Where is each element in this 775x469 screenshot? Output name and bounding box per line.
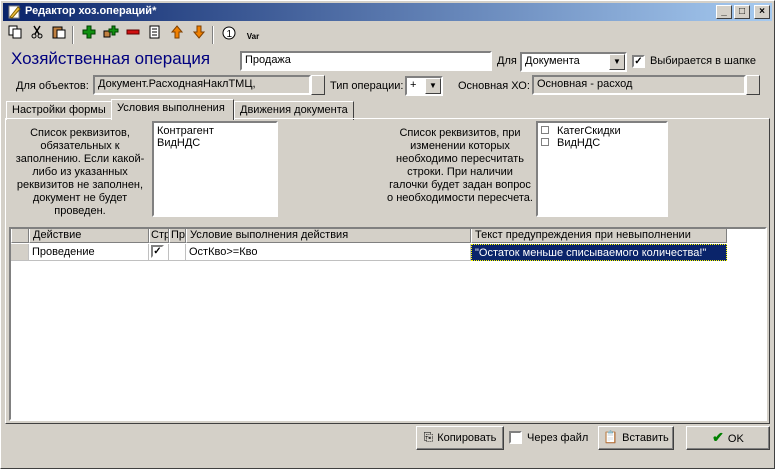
paste-icon: 📋 — [603, 430, 619, 444]
number-icon[interactable]: 1 — [219, 25, 239, 45]
list-item[interactable]: ВидНДС — [541, 137, 663, 149]
ok-button[interactable]: ✔ OK — [686, 426, 770, 450]
paste-icon[interactable] — [49, 25, 69, 45]
actions-table: Действие Стр Пр Условие выполнения дейст… — [9, 227, 767, 421]
column-header[interactable]: Текст предупреждения при невыполнении — [471, 229, 727, 243]
add-child-icon[interactable] — [101, 25, 121, 45]
move-up-icon[interactable] — [167, 25, 187, 45]
checkmark-icon: ✔ — [712, 429, 724, 445]
list-item[interactable]: ВидНДС — [157, 137, 273, 149]
cell-str[interactable]: ✓ — [149, 244, 169, 261]
page-title: Хозяйственная операция — [11, 49, 211, 68]
recalc-description: Список реквизитов, при изменении которых… — [387, 127, 533, 204]
var-icon[interactable]: Var — [241, 25, 265, 45]
op-type-value: + — [410, 79, 417, 91]
item-checkbox[interactable] — [541, 138, 549, 147]
column-header[interactable]: Стр — [149, 229, 169, 243]
delete-icon[interactable] — [123, 25, 143, 45]
tab-conditions[interactable]: Условия выполнения — [111, 99, 234, 120]
copy-button[interactable]: ⎘ Копировать — [416, 426, 504, 450]
column-header[interactable]: Пр — [169, 229, 186, 243]
edit-icon[interactable] — [145, 25, 165, 45]
copy-icon: ⎘ — [423, 430, 434, 444]
chevron-down-icon[interactable]: ▼ — [425, 78, 441, 94]
for-select-value: Документа — [525, 55, 580, 67]
list-item[interactable]: Контрагент — [157, 125, 273, 137]
paste-button[interactable]: 📋 Вставить — [598, 426, 674, 450]
str-checkbox[interactable]: ✓ — [151, 245, 164, 258]
objects-select-button[interactable] — [311, 75, 325, 95]
column-header[interactable]: Условие выполнения действия — [186, 229, 471, 243]
cell-condition[interactable]: ОстКво>=Кво — [186, 244, 471, 261]
main-xo-select-button[interactable] — [746, 75, 760, 95]
row-indicator-header — [11, 229, 29, 243]
cell-warning[interactable]: "Остаток меньше списываемого количества!… — [471, 244, 727, 261]
main-xo-field: Основная - расход — [532, 75, 746, 95]
objects-label: Для объектов: — [16, 80, 89, 92]
required-description: Список реквизитов, обязательных к заполн… — [15, 127, 145, 217]
via-file-checkbox[interactable] — [509, 431, 522, 444]
editor-window: Редактор хоз.операций* _ □ × 1 Var Хозяй… — [0, 0, 775, 469]
objects-field: Документ.РасходнаяНаклТМЦ, — [93, 75, 311, 95]
selected-in-cap-label: Выбирается в шапке — [650, 55, 756, 67]
chevron-down-icon[interactable]: ▼ — [609, 54, 625, 70]
recalc-fields-list[interactable]: КатегСкидки ВидНДС — [536, 121, 668, 217]
cell-pr[interactable] — [169, 244, 186, 261]
window-title: Редактор хоз.операций* — [25, 5, 157, 17]
main-xo-label: Основная ХО: — [458, 80, 530, 92]
required-fields-list[interactable]: Контрагент ВидНДС — [152, 121, 278, 217]
row-indicator[interactable] — [11, 244, 29, 261]
selected-in-cap-checkbox[interactable]: ✓ — [632, 55, 645, 68]
item-checkbox[interactable] — [541, 126, 549, 135]
svg-text:1: 1 — [227, 29, 233, 40]
move-down-icon[interactable] — [189, 25, 209, 45]
edit-document-icon — [8, 5, 21, 19]
for-label: Для — [497, 55, 517, 67]
list-item[interactable]: КатегСкидки — [541, 125, 663, 137]
column-header[interactable]: Действие — [29, 229, 149, 243]
title-bar[interactable]: Редактор хоз.операций* _ □ × — [3, 3, 772, 21]
toolbar: 1 Var — [5, 23, 305, 47]
cut-icon[interactable] — [27, 25, 47, 45]
via-file-label: Через файл — [527, 432, 589, 444]
maximize-button[interactable]: □ — [734, 5, 750, 19]
copy-icon[interactable] — [5, 25, 25, 45]
close-button[interactable]: × — [754, 5, 770, 19]
cell-action[interactable]: Проведение — [29, 244, 149, 261]
operation-name-input[interactable]: Продажа — [240, 51, 492, 71]
minimize-button[interactable]: _ — [716, 5, 732, 19]
op-type-label: Тип операции: — [330, 80, 404, 92]
add-icon[interactable] — [79, 25, 99, 45]
